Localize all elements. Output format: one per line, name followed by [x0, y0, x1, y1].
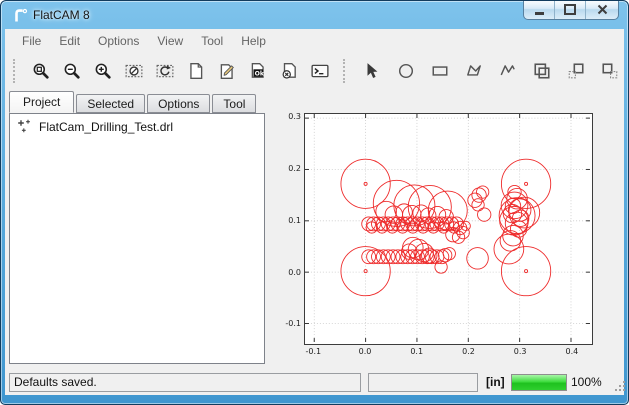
flatcam-window: FlatCAM 8 File Edit Options View Tool He… — [0, 0, 629, 405]
x-tick-label: 0.0 — [350, 347, 380, 356]
zoom-out-icon — [63, 62, 81, 80]
minimize-icon — [535, 12, 544, 15]
toolbar-drag-handle[interactable] — [343, 59, 348, 83]
move-shape-icon — [601, 62, 619, 80]
tab-options[interactable]: Options — [147, 94, 210, 113]
resize-grip[interactable] — [614, 381, 626, 393]
x-tick-label: 0.4 — [557, 347, 587, 356]
minimize-button[interactable] — [524, 0, 555, 19]
polygon-union-icon — [533, 62, 551, 80]
draw-polygon-button[interactable] — [457, 56, 491, 86]
tab-tool[interactable]: Tool — [212, 94, 256, 113]
maximize-button[interactable] — [555, 0, 586, 19]
units-toggle[interactable]: [in] — [486, 375, 505, 389]
shell-button[interactable] — [304, 56, 335, 86]
progress-bar-fill — [512, 375, 566, 390]
delete-object-button[interactable] — [273, 56, 304, 86]
zoom-in-icon — [94, 62, 112, 80]
tree-item-drill-file[interactable]: FlatCam_Drilling_Test.drl — [10, 114, 264, 134]
window-controls — [523, 0, 619, 20]
clear-plot-icon — [125, 62, 143, 80]
draw-path-icon — [499, 62, 517, 80]
drill-points-icon — [17, 119, 32, 134]
status-message: Defaults saved. — [14, 375, 97, 389]
menu-tool[interactable]: Tool — [192, 31, 232, 51]
y-tick-label: 0.3 — [269, 112, 301, 121]
y-tick-label: 0.2 — [269, 164, 301, 173]
file-toolbar-group: Ok — [5, 55, 335, 87]
x-tick-label: 0.3 — [505, 347, 535, 356]
update-geometry-icon: Ok — [249, 62, 267, 80]
tab-selected[interactable]: Selected — [76, 94, 145, 113]
x-tick-label: 0.2 — [453, 347, 483, 356]
menu-file[interactable]: File — [13, 31, 50, 51]
replot-button[interactable] — [149, 56, 180, 86]
shell-icon — [311, 62, 329, 80]
draw-circle-button[interactable] — [389, 56, 423, 86]
maximize-icon — [564, 4, 576, 15]
menu-view[interactable]: View — [148, 31, 192, 51]
titlebar[interactable]: FlatCAM 8 — [1, 1, 628, 29]
draw-polygon-icon — [465, 62, 483, 80]
geometry-toolbar-group — [335, 55, 627, 87]
draw-rectangle-button[interactable] — [423, 56, 457, 86]
tab-project[interactable]: Project — [9, 91, 74, 113]
close-icon — [597, 4, 608, 15]
x-tick-label: 0.1 — [402, 347, 432, 356]
svg-text:Ok: Ok — [254, 70, 264, 77]
toolbar: Ok — [5, 53, 624, 89]
polygon-union-button[interactable] — [525, 56, 559, 86]
select-pointer-icon — [363, 62, 381, 80]
copy-shape-icon — [567, 62, 585, 80]
draw-path-button[interactable] — [491, 56, 525, 86]
progress-bar — [511, 374, 567, 391]
new-file-button[interactable] — [180, 56, 211, 86]
x-tick-label: -0.1 — [298, 347, 328, 356]
panel-tabs: Project Selected Options Tool — [9, 92, 258, 113]
select-pointer-button[interactable] — [355, 56, 389, 86]
menu-edit[interactable]: Edit — [50, 31, 89, 51]
plot-svg — [305, 114, 590, 342]
zoom-in-button[interactable] — [87, 56, 118, 86]
clear-plot-button[interactable] — [118, 56, 149, 86]
copy-shape-button[interactable] — [559, 56, 593, 86]
menu-options[interactable]: Options — [89, 31, 148, 51]
zoom-fit-icon — [32, 62, 50, 80]
tree-item-label: FlatCam_Drilling_Test.drl — [39, 120, 173, 134]
replot-icon — [156, 62, 174, 80]
new-file-icon — [187, 62, 205, 80]
zoom-fit-button[interactable] — [25, 56, 56, 86]
y-tick-label: 0.1 — [269, 216, 301, 225]
toolbar-drag-handle[interactable] — [13, 59, 18, 83]
y-tick-label: -0.1 — [269, 319, 301, 328]
edit-geometry-icon — [218, 62, 236, 80]
close-button[interactable] — [586, 0, 618, 19]
progress-percent: 100% — [571, 375, 602, 389]
status-message-box: Defaults saved. — [9, 373, 361, 392]
draw-circle-icon — [397, 62, 415, 80]
zoom-out-button[interactable] — [56, 56, 87, 86]
menubar: File Edit Options View Tool Help — [5, 29, 624, 52]
project-tree-panel[interactable]: FlatCam_Drilling_Test.drl — [9, 113, 265, 364]
window-title: FlatCAM 8 — [33, 8, 90, 22]
flatcam-logo-icon — [12, 7, 29, 24]
plot-canvas[interactable] — [304, 113, 593, 345]
client-area: File Edit Options View Tool Help — [5, 29, 624, 395]
edit-geometry-button[interactable] — [211, 56, 242, 86]
menu-help[interactable]: Help — [232, 31, 275, 51]
status-secondary-box — [368, 373, 478, 392]
draw-rectangle-icon — [431, 62, 449, 80]
update-geometry-button[interactable]: Ok — [242, 56, 273, 86]
move-shape-button[interactable] — [593, 56, 627, 86]
delete-object-icon — [280, 62, 298, 80]
y-tick-label: 0.0 — [269, 268, 301, 277]
